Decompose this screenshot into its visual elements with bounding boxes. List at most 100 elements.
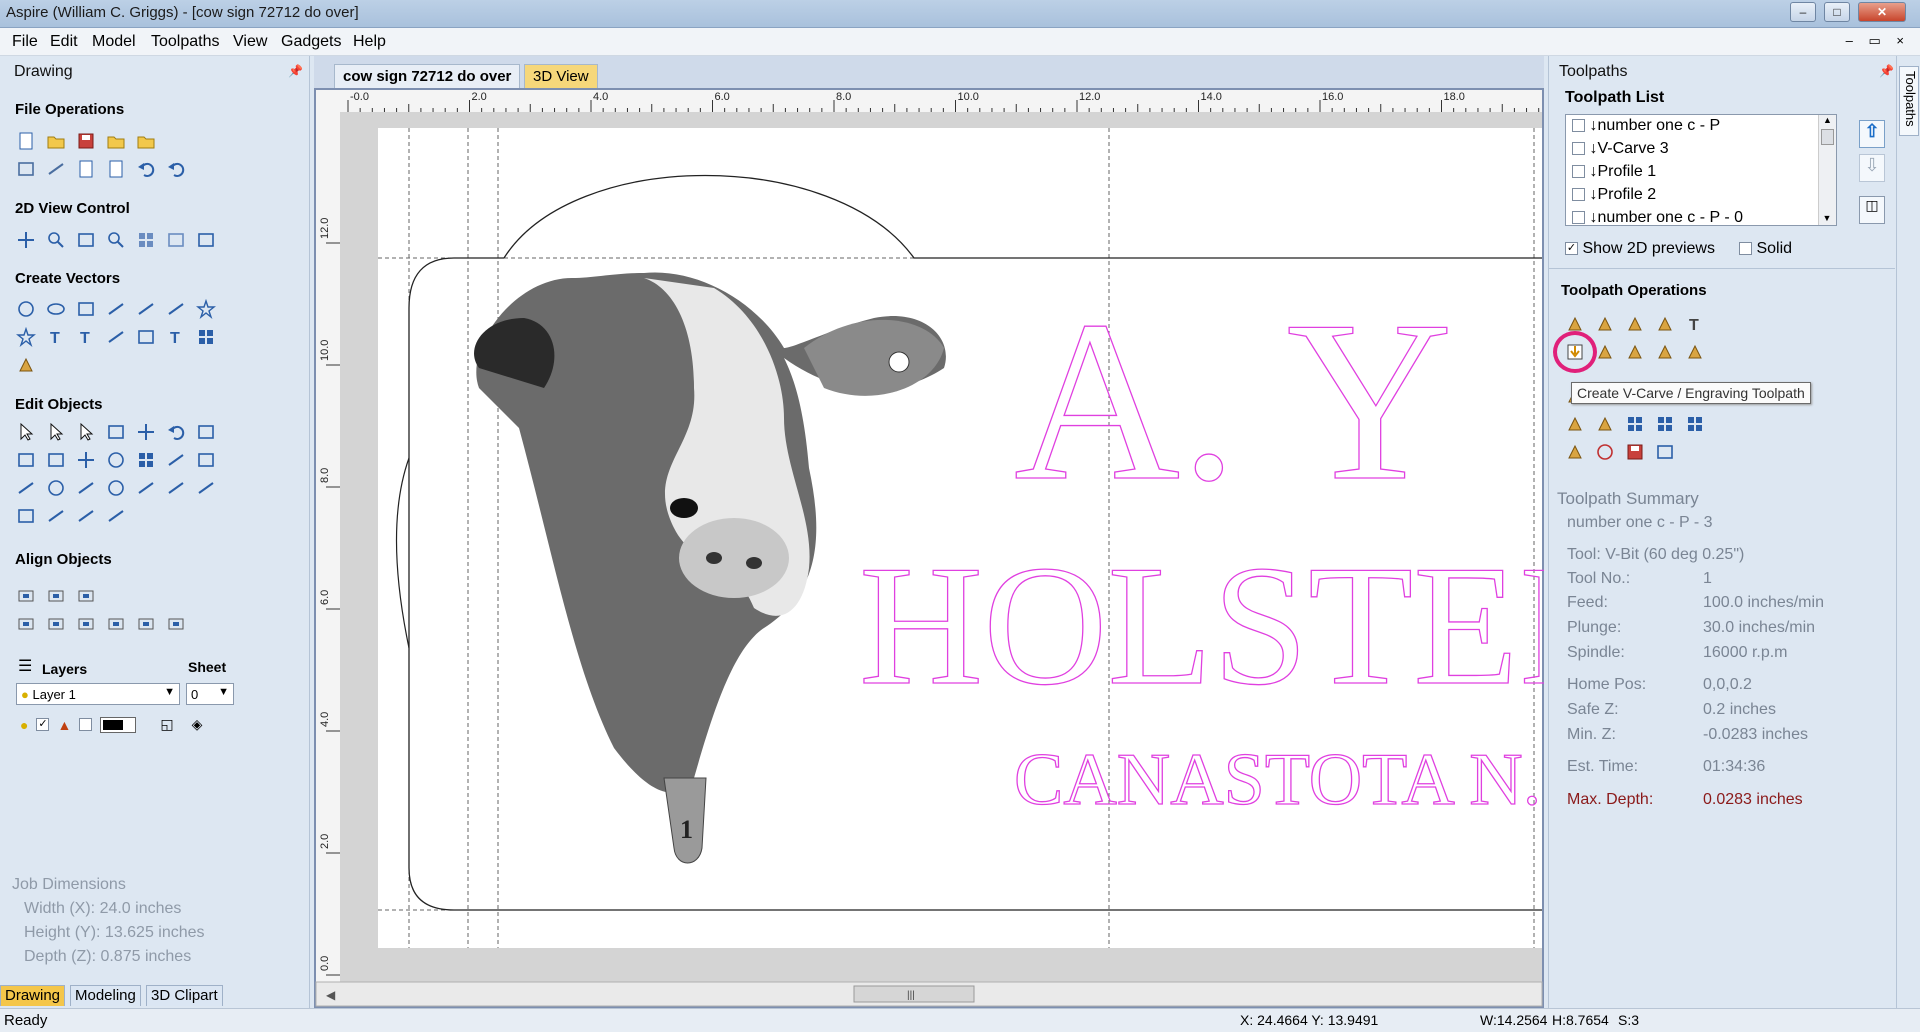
move-down-button[interactable]: ⇩	[1859, 154, 1885, 182]
new-file-icon[interactable]	[16, 131, 36, 151]
align-right-icon[interactable]	[46, 614, 66, 634]
canvas-svg[interactable]: -0.0 2.0 4.0 6.0 8.0 10.0 12.0 14.0 16.0 18.0 12.…	[314, 88, 1576, 1008]
tab-modeling[interactable]: Modeling	[70, 985, 141, 1006]
solid-option[interactable]: Solid	[1739, 240, 1792, 258]
align-vertical-icon[interactable]	[76, 586, 96, 606]
offset-icon[interactable]	[196, 450, 216, 470]
menu-model[interactable]: Model	[92, 33, 136, 51]
draw-star-icon[interactable]	[16, 326, 36, 348]
curve-fit-icon[interactable]	[136, 478, 156, 498]
dimension-icon[interactable]	[136, 327, 156, 347]
draw-circle-icon[interactable]	[16, 299, 36, 319]
tab-drawing[interactable]: Drawing	[0, 985, 66, 1006]
close-vector-icon[interactable]	[46, 478, 66, 498]
nest-icon[interactable]	[16, 506, 36, 526]
select-icon[interactable]	[16, 422, 36, 442]
mirror-icon[interactable]	[106, 422, 126, 442]
draw-zigzag-icon[interactable]	[166, 299, 186, 319]
delete-toolpath-button[interactable]: ◫	[1859, 196, 1885, 224]
minimize-button[interactable]: –	[1790, 2, 1816, 22]
pan-icon[interactable]	[16, 230, 36, 250]
draw-ellipse-icon[interactable]	[46, 299, 66, 319]
node-edit-icon[interactable]	[16, 355, 36, 375]
copy-icon[interactable]	[76, 159, 96, 179]
toolpath-checkbox[interactable]	[1572, 211, 1585, 225]
layer-manager-icon[interactable]: ◱	[160, 716, 173, 733]
scissors-icon[interactable]	[196, 478, 216, 498]
pin-icon[interactable]: 📌	[1879, 64, 1894, 78]
import-icon[interactable]	[136, 131, 156, 151]
job-setup-icon[interactable]	[16, 159, 36, 179]
pin-icon[interactable]: 📌	[288, 64, 303, 78]
view-split-icon[interactable]	[166, 230, 186, 250]
draw-rectangle-icon[interactable]	[76, 299, 96, 319]
ungroup-icon[interactable]	[46, 450, 66, 470]
weld-icon[interactable]	[76, 450, 96, 470]
tab-3d-clipart[interactable]: 3D Clipart	[146, 985, 223, 1006]
sheet-icon[interactable]	[1655, 414, 1675, 434]
toolpath-list-item[interactable]: ↓Profile 2	[1572, 186, 1656, 204]
lock-checkbox[interactable]	[79, 718, 93, 731]
profile-toolpath-icon[interactable]	[1595, 314, 1615, 334]
time-icon[interactable]	[1595, 442, 1615, 462]
maximize-button[interactable]: □	[1824, 2, 1850, 22]
fillet-icon[interactable]	[76, 478, 96, 498]
toolpath-checkbox[interactable]	[1572, 188, 1585, 202]
bracket-icon[interactable]	[46, 506, 66, 526]
save-file-icon[interactable]	[76, 131, 96, 151]
toolpath-list-item[interactable]: ↓Profile 1	[1572, 163, 1656, 181]
paste-icon[interactable]	[106, 159, 126, 179]
array-icon[interactable]	[196, 327, 216, 347]
mdi-controls[interactable]: – ▭ ×	[1846, 33, 1910, 49]
menu-gadgets[interactable]: Gadgets	[281, 33, 341, 51]
scroll-left-icon[interactable]: ◀	[326, 988, 336, 1002]
scale-icon[interactable]	[136, 422, 156, 442]
layer-select[interactable]: ● Layer 1 ▼	[16, 683, 180, 705]
chevron-icon[interactable]	[76, 506, 96, 526]
toolpath-list[interactable]: ↓number one c - P ↓V-Carve 3 ↓Profile 1 …	[1565, 114, 1837, 226]
menu-toolpaths[interactable]: Toolpaths	[151, 33, 220, 51]
draw-polyline-icon[interactable]	[106, 299, 126, 319]
zoom-box-icon[interactable]	[76, 230, 96, 250]
tab-2d-document[interactable]: cow sign 72712 do over	[334, 64, 521, 88]
align-horizontal-icon[interactable]	[46, 586, 66, 606]
draw-curve-icon[interactable]	[136, 299, 156, 319]
pocket-toolpath-icon[interactable]	[1625, 314, 1645, 334]
space-horizontal-icon[interactable]	[136, 614, 156, 634]
draw-text-icon[interactable]: T	[46, 327, 66, 347]
open-folder-icon[interactable]	[106, 131, 126, 151]
show-2d-previews-checkbox[interactable]: ✓	[1565, 242, 1578, 256]
check-icon[interactable]	[1685, 414, 1705, 434]
menu-file[interactable]: File	[12, 33, 38, 51]
text-on-curve-icon[interactable]: T	[76, 327, 96, 347]
side-tab-toolpaths[interactable]: Toolpaths	[1899, 66, 1919, 136]
toolpath-checkbox[interactable]	[1572, 119, 1585, 133]
merge-icon[interactable]	[1595, 414, 1615, 434]
trim-icon[interactable]	[166, 450, 186, 470]
view-3d-icon[interactable]	[196, 230, 216, 250]
scroll-up-icon[interactable]: ▲	[1819, 115, 1836, 125]
undo-icon[interactable]	[136, 159, 156, 179]
rotate-icon[interactable]	[166, 422, 186, 442]
scroll-thumb[interactable]	[1821, 129, 1834, 145]
extend-icon[interactable]	[166, 478, 186, 498]
tab-3d-view[interactable]: 3D View	[524, 64, 598, 88]
template-icon[interactable]	[1565, 414, 1585, 434]
close-button[interactable]: ✕	[1858, 2, 1906, 22]
align-left-icon[interactable]	[16, 614, 36, 634]
prism-icon[interactable]	[1595, 342, 1615, 362]
toolpath-list-scrollbar[interactable]: ▲ ▼	[1818, 115, 1836, 225]
fluting-icon[interactable]	[1625, 342, 1645, 362]
menu-help[interactable]: Help	[353, 33, 386, 51]
toolpath-checkbox[interactable]	[1572, 142, 1585, 156]
show-2d-previews[interactable]: ✓ Show 2D previews	[1565, 240, 1715, 258]
zoom-extents-icon[interactable]	[106, 230, 126, 250]
draw-polygon-icon[interactable]	[196, 298, 216, 320]
align-bottom-icon[interactable]	[106, 614, 126, 634]
zoom-icon[interactable]	[46, 230, 66, 250]
align-top-icon[interactable]	[76, 614, 96, 634]
toolpath-list-item[interactable]: ↓number one c - P	[1572, 117, 1720, 135]
lock-icon[interactable]: ▲	[57, 717, 71, 733]
bracket-alt-icon[interactable]	[106, 506, 126, 526]
toolpath-checkbox[interactable]	[1572, 165, 1585, 179]
